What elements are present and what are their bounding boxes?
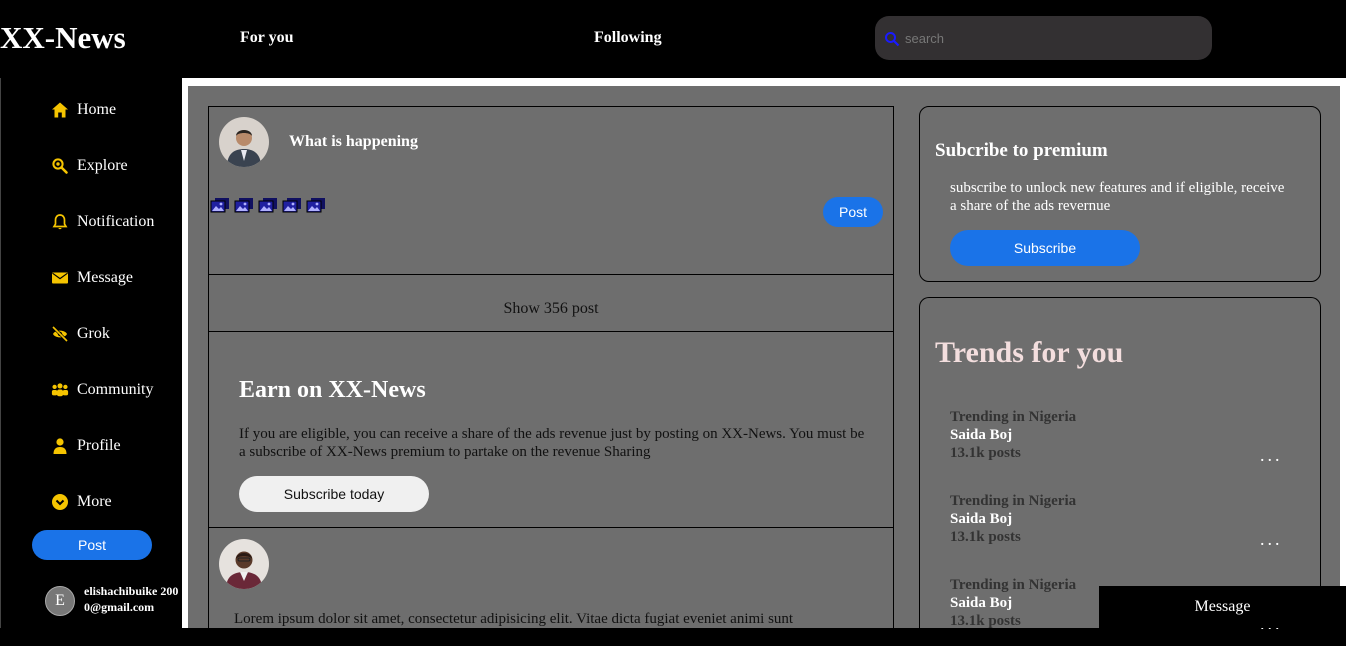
sidebar-item-community[interactable]: Community bbox=[51, 378, 153, 402]
earn-title: Earn on XX-News bbox=[239, 377, 426, 403]
search-icon[interactable] bbox=[884, 31, 900, 47]
premium-text: subscribe to unlock new features and if … bbox=[950, 180, 1285, 214]
search-icon bbox=[52, 158, 68, 174]
compose-title[interactable]: What is happening bbox=[289, 133, 418, 151]
sidebar-post-button[interactable]: Post bbox=[32, 530, 152, 560]
user-icon bbox=[53, 438, 67, 454]
composer: What is happening Post bbox=[209, 107, 893, 275]
sidebar-item-label: Profile bbox=[77, 437, 121, 454]
image-icon[interactable] bbox=[258, 197, 278, 213]
envelope-icon bbox=[52, 272, 68, 284]
subscribe-button[interactable]: Subscribe bbox=[950, 230, 1140, 266]
sidebar-item-label: Notification bbox=[77, 213, 155, 230]
sidebar-item-label: More bbox=[77, 493, 112, 510]
search-box bbox=[875, 16, 1212, 60]
sidebar-item-home[interactable]: Home bbox=[51, 98, 116, 122]
more-options-icon[interactable]: ... bbox=[1260, 530, 1283, 548]
top-bar: XX-News For you Following bbox=[0, 0, 1346, 78]
tab-following[interactable]: Following bbox=[594, 28, 662, 48]
user-email: elishachibuike 2000@gmail.com bbox=[84, 584, 179, 614]
user-avatar[interactable]: E bbox=[45, 586, 75, 616]
tab-for-you[interactable]: For you bbox=[240, 28, 293, 48]
community-icon bbox=[51, 383, 69, 397]
sidebar-item-label: Community bbox=[77, 381, 154, 398]
trend-name: Saida Boj bbox=[950, 511, 1013, 527]
post: Lorem ipsum dolor sit amet, consectetur … bbox=[209, 529, 893, 629]
image-icon[interactable] bbox=[282, 197, 302, 213]
earn-text: If you are eligible, you can receive a s… bbox=[239, 426, 865, 460]
trend-category: Trending in Nigeria bbox=[950, 409, 1077, 425]
sidebar-item-explore[interactable]: Explore bbox=[51, 154, 128, 178]
trend-item[interactable]: Trending in Nigeria Saida Boj 13.1k post… bbox=[950, 492, 1310, 562]
post-button[interactable]: Post bbox=[823, 197, 883, 227]
sidebar-item-label: Explore bbox=[77, 157, 128, 174]
premium-title: Subcribe to premium bbox=[935, 140, 1108, 161]
sidebar-item-label: Home bbox=[77, 101, 117, 118]
image-icon[interactable] bbox=[306, 197, 326, 213]
trends-title: Trends for you bbox=[935, 336, 1124, 369]
message-drawer-button[interactable]: Message bbox=[1099, 586, 1346, 628]
post-text: Lorem ipsum dolor sit amet, consectetur … bbox=[234, 611, 794, 627]
home-icon bbox=[52, 102, 68, 118]
grok-icon bbox=[51, 325, 69, 343]
sidebar-item-more[interactable]: More bbox=[51, 490, 112, 514]
chevron-down-icon bbox=[52, 494, 68, 510]
search-input[interactable] bbox=[905, 27, 1195, 49]
trend-name: Saida Boj bbox=[950, 427, 1013, 443]
trend-count: 13.1k posts bbox=[950, 529, 1021, 545]
avatar[interactable] bbox=[219, 117, 269, 167]
sidebar-item-notification[interactable]: Notification bbox=[51, 210, 154, 234]
trends-panel: Trends for you Trending in Nigeria Saida… bbox=[919, 297, 1321, 632]
avatar[interactable] bbox=[219, 539, 269, 589]
sidebar-item-label: Message bbox=[77, 269, 133, 286]
feed: What is happening Post Show 356 post Ear… bbox=[208, 106, 894, 628]
sidebar-item-profile[interactable]: Profile bbox=[51, 434, 121, 458]
trend-item[interactable]: Trending in Nigeria Saida Boj 13.1k post… bbox=[950, 408, 1310, 478]
media-toolbar bbox=[210, 197, 326, 213]
premium-card: Subcribe to premium subscribe to unlock … bbox=[919, 106, 1321, 282]
bell-icon bbox=[52, 214, 68, 230]
show-posts-link[interactable]: Show 356 post bbox=[209, 276, 893, 332]
trend-count: 13.1k posts bbox=[950, 445, 1021, 461]
trend-category: Trending in Nigeria bbox=[950, 493, 1077, 509]
image-icon[interactable] bbox=[210, 197, 230, 213]
sidebar: Home Explore Notification Message Grok C… bbox=[0, 78, 182, 628]
earn-card: Earn on XX-News If you are eligible, you… bbox=[209, 333, 893, 528]
subscribe-today-button[interactable]: Subscribe today bbox=[239, 476, 429, 512]
sidebar-item-label: Grok bbox=[77, 325, 110, 342]
sidebar-item-grok[interactable]: Grok bbox=[51, 322, 110, 346]
logo[interactable]: XX-News bbox=[0, 19, 126, 57]
sidebar-item-message[interactable]: Message bbox=[51, 266, 133, 290]
more-options-icon[interactable]: ... bbox=[1260, 446, 1283, 464]
image-icon[interactable] bbox=[234, 197, 254, 213]
